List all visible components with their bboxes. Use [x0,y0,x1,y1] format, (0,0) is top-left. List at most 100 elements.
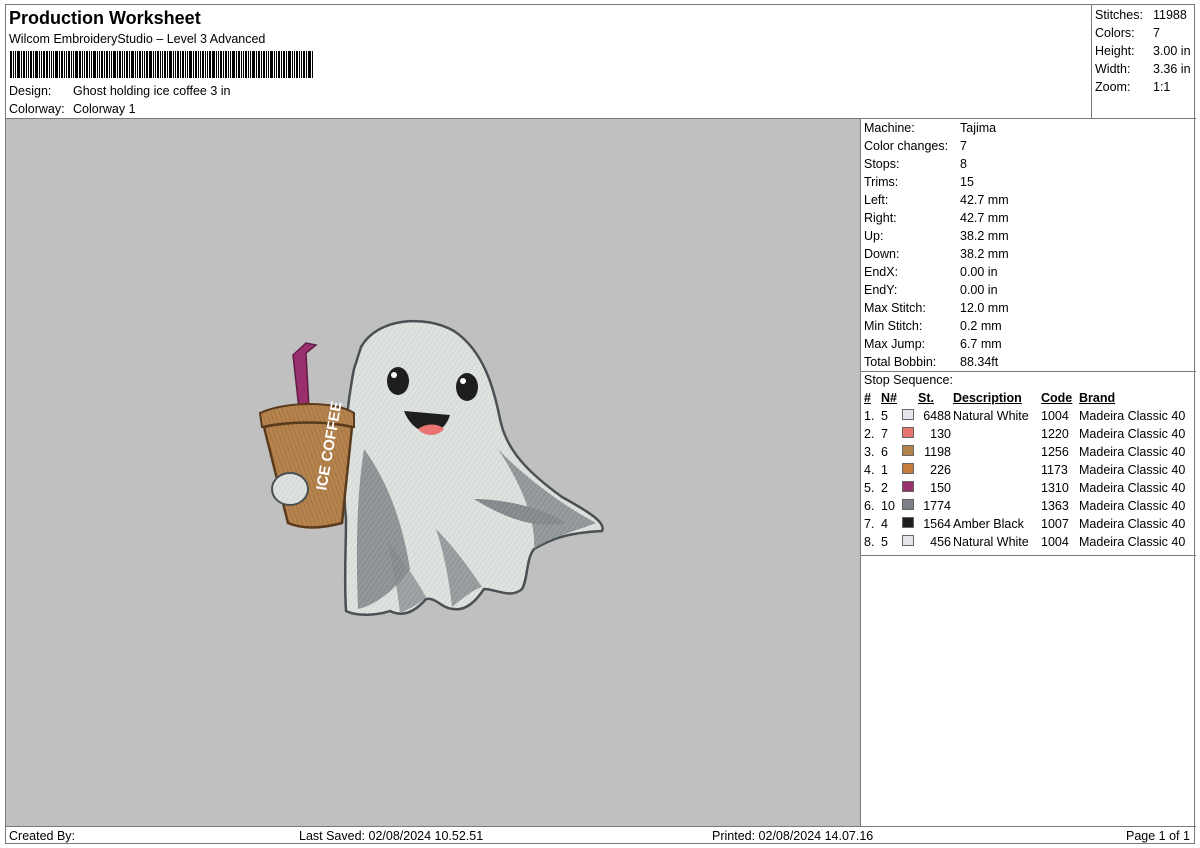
barcode-bar [41,51,42,78]
summary-value: 3.36 in [1153,62,1191,76]
barcode-bar [39,51,40,78]
design-row: Design: Ghost holding ice coffee 3 in [9,84,231,98]
barcode-bar [26,51,27,78]
column-header-desc: Description [953,391,1022,405]
cell-code: 1004 [1041,409,1069,423]
barcode-bar [73,51,74,78]
machine-info-label: Max Stitch: [864,301,926,315]
barcode-bar [46,51,48,78]
cell-num: 8. [864,535,875,549]
cell-num: 3. [864,445,875,459]
barcode-bar [51,51,52,78]
barcode-bar [126,51,128,78]
machine-info-value: 7 [960,139,967,153]
barcode-bar [250,51,251,78]
barcode-bar [303,51,305,78]
barcode-bar [268,51,269,78]
machine-info-value: 0.2 mm [960,319,1002,333]
barcode-bar [198,51,199,78]
barcode-bar [49,51,50,78]
barcode-bar [122,51,123,78]
cell-code: 1310 [1041,481,1069,495]
barcode-bar [223,51,224,78]
barcode-bar [75,51,78,78]
barcode-bar [131,51,134,78]
barcode-bar [129,51,130,78]
machine-info-value: Tajima [960,121,997,135]
barcode-bar [28,51,29,78]
cell-code: 1007 [1041,517,1069,531]
barcode-bar [216,51,217,78]
summary-label: Zoom: [1095,80,1131,94]
machine-info-value: 38.2 mm [960,247,1009,261]
barcode-bar [135,51,136,78]
software-name: Wilcom EmbroideryStudio – Level 3 Advanc… [9,32,266,46]
barcode-bar [144,51,145,78]
worksheet-header: Production Worksheet Wilcom EmbroiderySt… [6,5,1092,119]
cell-st: 6488 [923,409,951,423]
stop-sequence-row: 7. 4 1564 Amber Black 1007 Madeira Classic 40 [861,517,1196,535]
cell-code: 1004 [1041,535,1069,549]
machine-info-label: Color changes: [864,139,949,153]
barcode-bar [261,51,262,78]
barcode-bar [245,51,247,78]
barcode-bar [185,51,186,78]
barcode-bar [187,51,188,78]
barcode-bar [296,51,298,78]
machine-info-label: Stops: [864,157,900,171]
barcode-bar [248,51,249,78]
machine-info-value: 6.7 mm [960,337,1002,351]
barcode-bar [207,51,208,78]
barcode-bar [35,51,38,78]
barcode-bar [177,51,179,78]
barcode-bar [306,51,307,78]
barcode-bar [21,51,22,78]
stop-sequence-title: Stop Sequence: [864,373,953,387]
cell-code: 1363 [1041,499,1069,513]
barcode-bar [146,51,148,78]
barcode-bar [286,51,287,78]
cell-n: 4 [881,517,888,531]
divider [861,555,1196,556]
cell-n: 10 [881,499,895,513]
stop-sequence-row: 8. 5 456 Natural White 1004 Madeira Classic 4… [861,535,1196,553]
created-by: Created By: [9,829,76,843]
barcode-bar [113,51,116,78]
barcode-bar [64,51,65,78]
ghost-embroidery-image: ICE COFFEE [258,319,604,616]
cell-num: 4. [864,463,875,477]
barcode-bar [15,51,16,78]
column-header-st: St. [918,391,934,405]
summary-panel: Stitches: 11988 Colors: 7 Height: 3.00 in Widt… [1092,5,1196,119]
barcode-bar [71,51,72,78]
barcode-bar [142,51,143,78]
cell-brand: Madeira Classic 40 [1079,517,1186,531]
barcode-bar [241,51,242,78]
summary-label: Width: [1095,62,1131,76]
stop-sequence-header: # N# St. Description Code Brand [861,391,1196,409]
barcode-bar [228,51,229,78]
barcode-bar [79,51,81,78]
cell-num: 1. [864,409,875,423]
column-header-num: # [864,391,871,405]
machine-info-label: Right: [864,211,897,225]
barcode-bar [189,51,192,78]
cell-brand: Madeira Classic 40 [1079,409,1186,423]
barcode-bar [106,51,108,78]
barcode-bar [236,51,237,78]
machine-info-value: 42.7 mm [960,193,1009,207]
color-swatch [902,517,914,528]
page-number: Page 1 of 1 [1126,829,1190,843]
barcode-bar [294,51,295,78]
barcode-bar [104,51,105,78]
barcode-bar [308,51,311,78]
barcode-bar [61,51,63,78]
worksheet-frame: Production Worksheet Wilcom EmbroiderySt… [5,4,1196,844]
barcode-bar [263,51,265,78]
cell-n: 7 [881,427,888,441]
stop-sequence-row: 3. 6 1198 1256 Madeira Classic 40 [861,445,1196,463]
cell-st: 130 [930,427,951,441]
cell-st: 1564 [923,517,951,531]
barcode-bar [288,51,291,78]
color-swatch [902,427,914,438]
